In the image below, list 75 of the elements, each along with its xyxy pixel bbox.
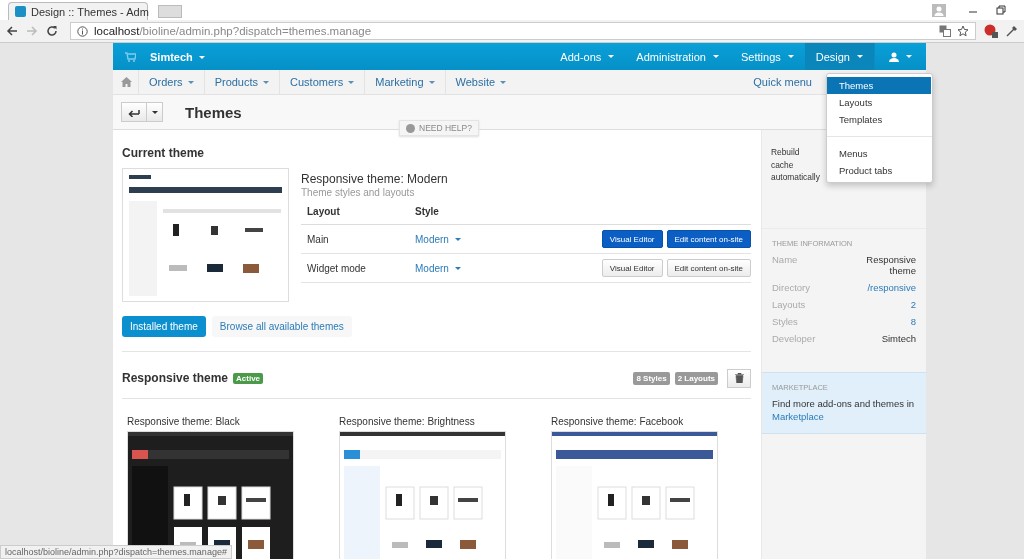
delete-button[interactable] — [727, 368, 751, 388]
info-value: Responsive theme — [865, 253, 916, 276]
layout-action-button[interactable]: Visual Editor — [601, 230, 663, 248]
info-link[interactable]: 8 — [864, 315, 916, 327]
browser-tab[interactable]: Design :: Themes - Adm — [8, 2, 148, 20]
top-menu-item[interactable]: Design — [804, 43, 874, 70]
layout-name: Widget mode — [307, 262, 367, 274]
favicon-icon — [15, 6, 26, 17]
style-dropdown[interactable]: Modern — [415, 262, 505, 274]
info-label: Styles — [772, 315, 798, 327]
info-icon — [77, 25, 88, 37]
layout-name: Main — [307, 233, 330, 245]
dropdown-item[interactable]: Product tabs — [827, 162, 931, 179]
section-heading: Current theme — [122, 146, 205, 160]
nav-menu-item[interactable]: Orders — [138, 70, 204, 94]
quick-menu-link[interactable]: Quick menu — [753, 76, 812, 88]
need-help-button[interactable]: NEED HELP? — [399, 120, 479, 136]
style-name: Responsive theme: Brightness — [339, 416, 476, 427]
theme-tab[interactable]: Browse all available themes — [211, 316, 352, 337]
page-title: Themes — [185, 103, 242, 121]
dropdown-item[interactable]: Layouts — [827, 94, 931, 111]
theme-tab[interactable]: Installed theme — [122, 316, 206, 337]
trash-icon — [734, 373, 744, 383]
url-text: localhost/bioline/admin.php?dispatch=themes.manage — [94, 25, 372, 37]
address-bar[interactable]: localhost/bioline/admin.php?dispatch=themes.manage — [70, 22, 976, 40]
store-selector[interactable]: Simtech — [150, 50, 205, 63]
reload-icon[interactable] — [46, 25, 58, 37]
back-icon[interactable] — [6, 25, 18, 37]
caret-icon — [151, 110, 158, 114]
info-label: Layouts — [772, 298, 806, 310]
tab-title: Design :: Themes - Adm — [31, 5, 149, 18]
info-label: Directory — [772, 281, 810, 293]
dropdown-item[interactable]: Themes — [827, 77, 931, 94]
dropdown-item[interactable]: Templates — [827, 111, 931, 128]
info-label: Name — [772, 253, 798, 267]
top-menu-item[interactable]: Settings — [730, 43, 805, 70]
layout-action-button[interactable]: Visual Editor — [601, 259, 663, 277]
status-badge: Active — [233, 372, 264, 384]
restore-icon[interactable] — [996, 5, 1006, 15]
nav-menu-item[interactable]: Customers — [279, 70, 365, 94]
help-icon — [406, 123, 415, 133]
count-badge: 8 Styles — [633, 371, 670, 385]
top-menu-item[interactable]: Administration — [625, 43, 730, 70]
layout-action-button[interactable]: Edit content on-site — [666, 259, 751, 277]
column-header: Layout — [307, 205, 341, 217]
info-link[interactable]: 2 — [864, 298, 916, 310]
style-dropdown[interactable]: Modern — [415, 233, 505, 245]
nav-menu-item[interactable]: Website — [444, 70, 517, 94]
nav-menu-item[interactable]: Marketing — [364, 70, 445, 94]
extension-icon[interactable] — [984, 24, 998, 38]
layout-action-button[interactable]: Edit content on-site — [666, 230, 751, 248]
marketplace-link[interactable]: Marketplace — [772, 410, 824, 422]
star-icon[interactable] — [957, 25, 969, 37]
dropdown-item[interactable]: Menus — [827, 145, 931, 162]
rebuild-cache-label: Rebuild cache automatically — [771, 146, 821, 184]
theme-subtitle: Theme styles and layouts — [301, 187, 416, 198]
info-value: Simtech — [880, 332, 916, 344]
theme-title: Responsive theme — [122, 371, 229, 385]
back-button[interactable] — [121, 102, 147, 122]
eyedropper-icon[interactable] — [1006, 25, 1018, 37]
info-label: Developer — [772, 332, 816, 344]
style-name: Responsive theme: Black — [127, 416, 241, 427]
top-menu-item[interactable]: Add-ons — [549, 43, 626, 70]
translate-icon[interactable] — [939, 25, 951, 37]
home-icon[interactable] — [121, 77, 132, 87]
status-bar-url: localhost/bioline/admin.php?dispatch=themes.manage# — [0, 545, 232, 559]
nav-menu-item[interactable]: Products — [203, 70, 280, 94]
back-arrow-icon — [128, 107, 140, 117]
style-name: Responsive theme: Facebook — [551, 416, 685, 427]
column-header: Style — [415, 205, 440, 217]
count-badge: 2 Layouts — [674, 371, 718, 385]
marketplace-text: Find more add-ons and themes in — [772, 397, 916, 409]
info-link[interactable]: /responsive — [864, 281, 916, 293]
user-icon — [889, 51, 899, 62]
theme-name: Responsive theme: Modern — [301, 172, 449, 186]
